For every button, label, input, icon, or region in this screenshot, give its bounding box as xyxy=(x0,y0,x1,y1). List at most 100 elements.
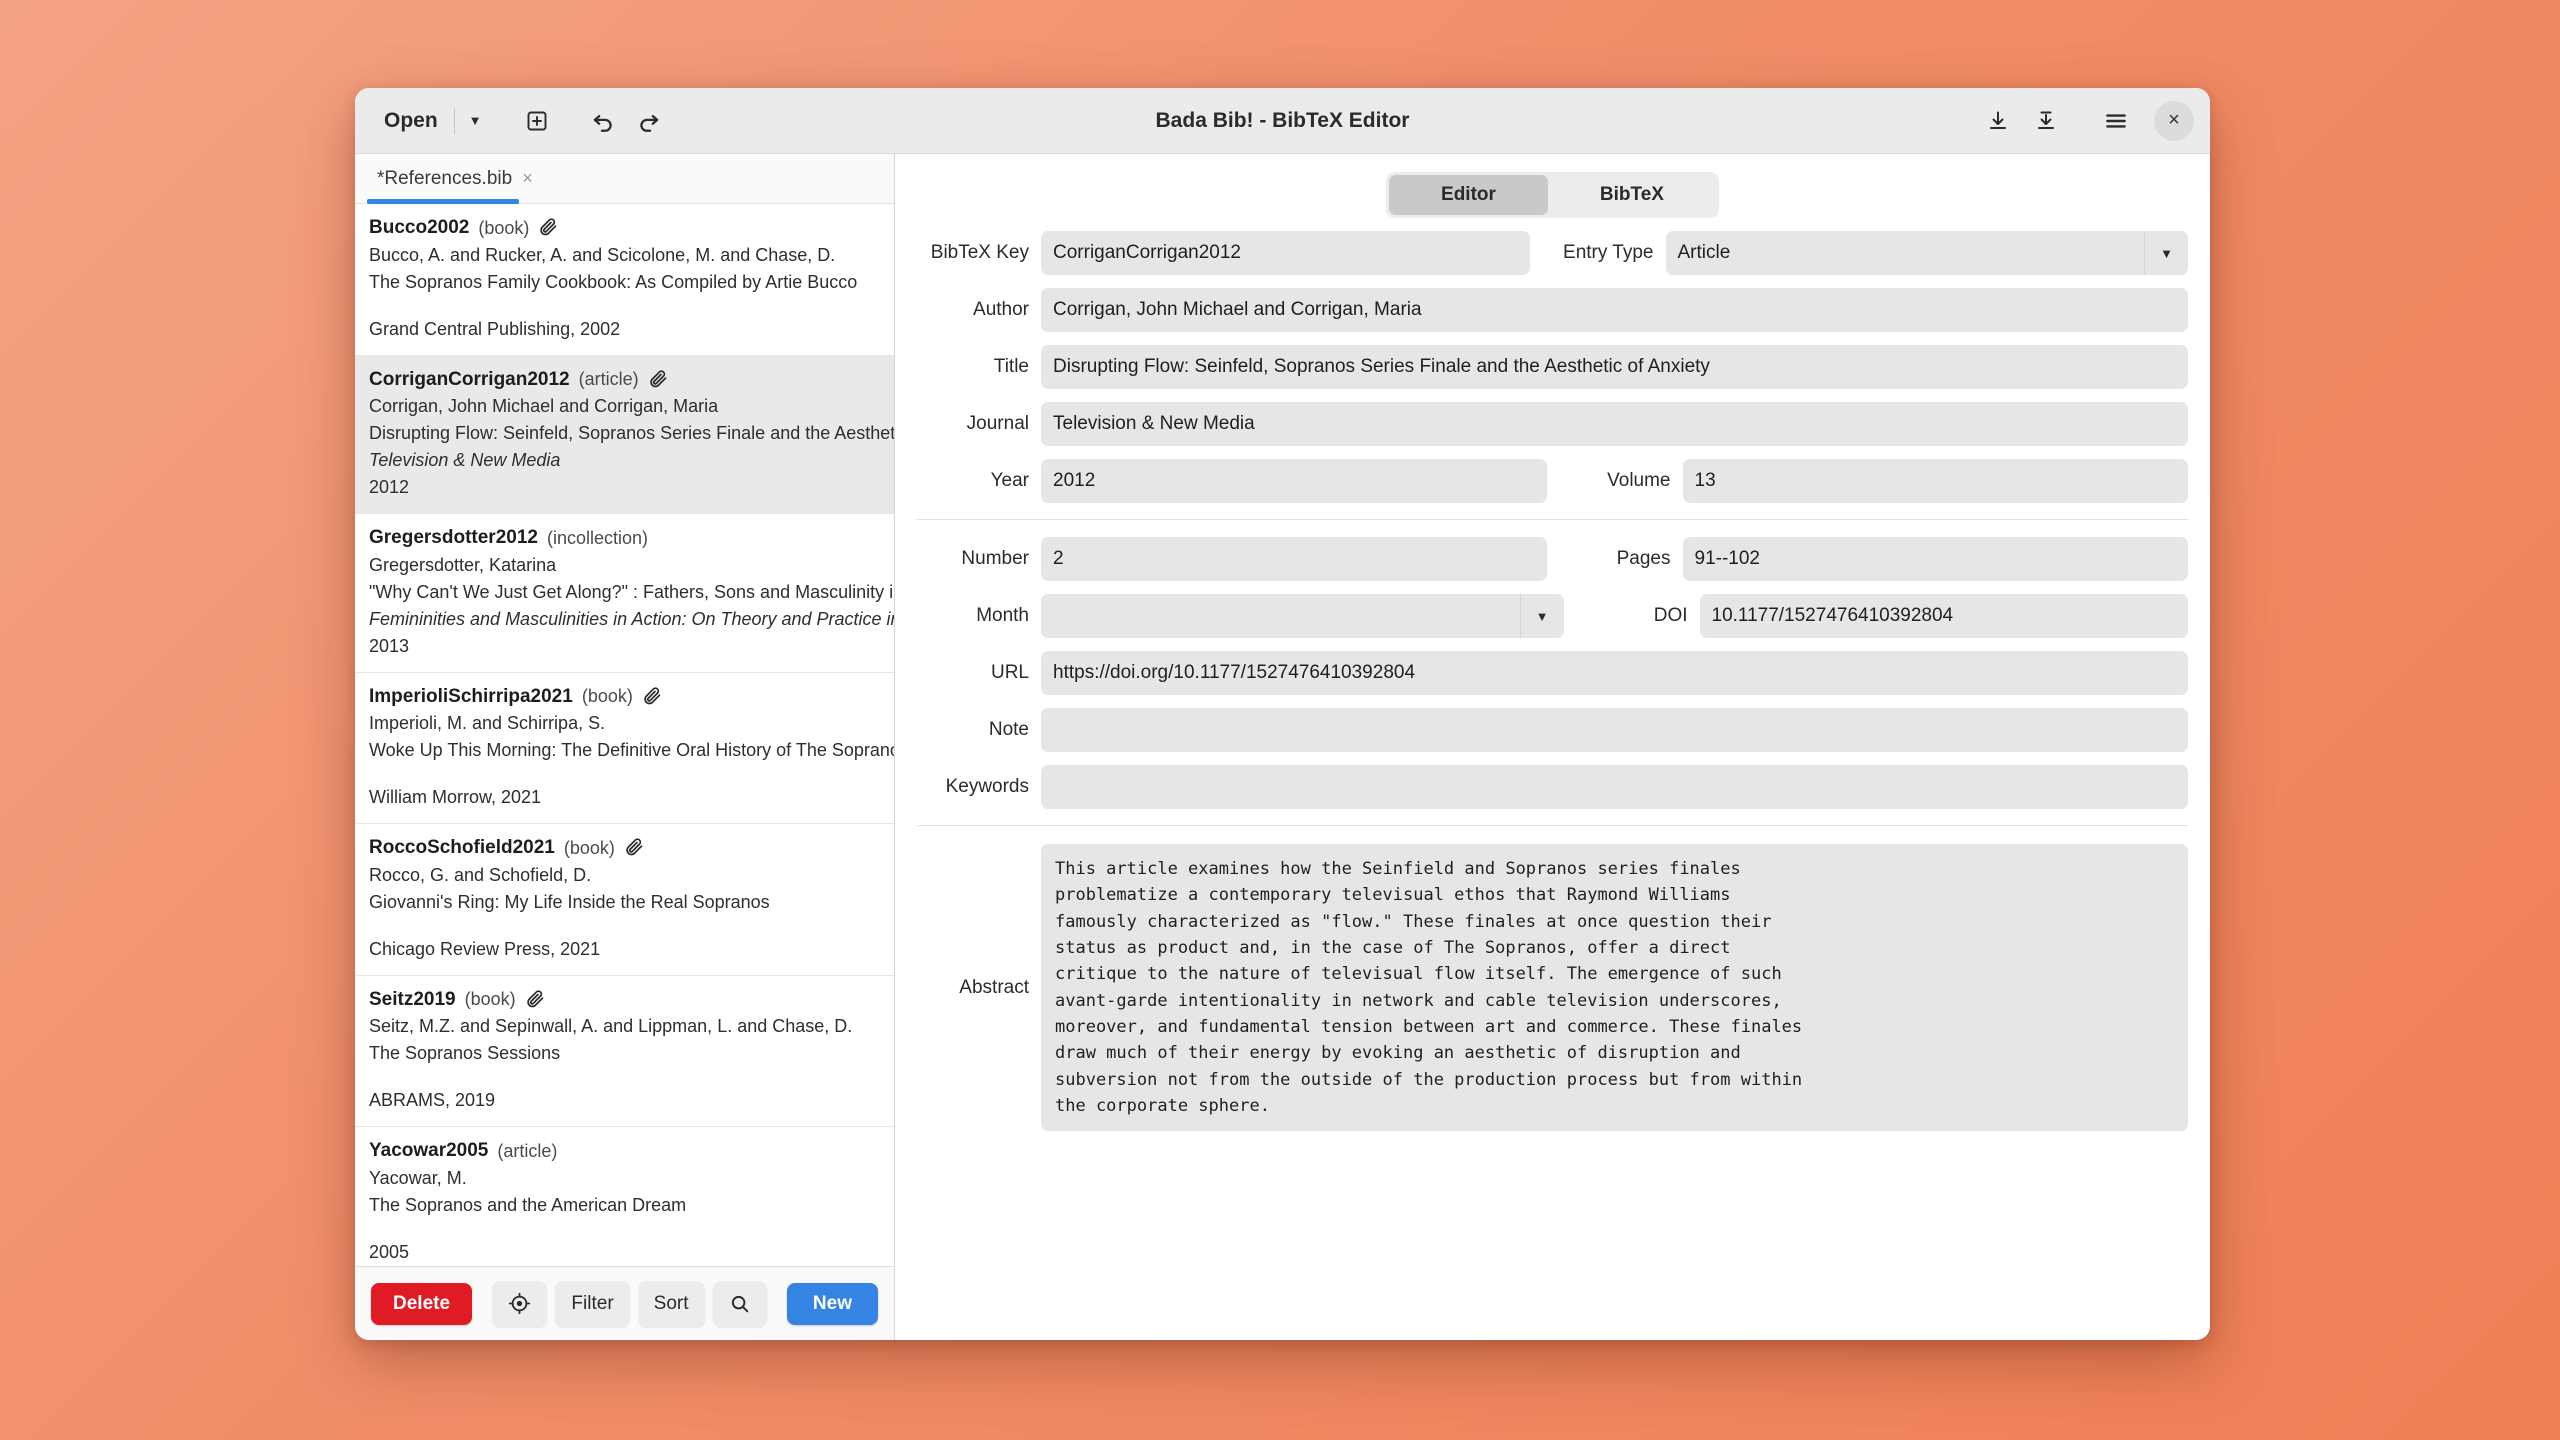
entry-footer: 2012 xyxy=(369,477,410,498)
save-icon[interactable] xyxy=(1976,99,2020,143)
entry-authors: Gregersdotter, Katarina xyxy=(369,554,557,575)
target-icon[interactable] xyxy=(492,1280,548,1327)
author-field[interactable]: Corrigan, John Michael and Corrigan, Mar… xyxy=(1041,288,2188,332)
list-item[interactable]: ImperioliSchirripa2021 (book) Imperioli,… xyxy=(355,673,894,825)
list-item[interactable]: Bucco2002 (book) Bucco, A. and Rucker, A… xyxy=(355,204,894,356)
field-row-key-type: BibTeX Key CorriganCorrigan2012 Entry Ty… xyxy=(917,231,2188,275)
search-icon[interactable] xyxy=(712,1280,767,1327)
file-tab-close-icon[interactable]: × xyxy=(522,168,533,189)
attachment-icon[interactable] xyxy=(525,989,546,1010)
field-row-abstract: Abstract This article examines how the S… xyxy=(917,844,2188,1132)
attachment-icon[interactable] xyxy=(642,686,663,707)
year-field[interactable]: 2012 xyxy=(1041,459,1547,503)
sort-button[interactable]: Sort xyxy=(637,1280,705,1327)
field-row-note: Note xyxy=(917,708,2188,752)
entry-authors: Yacowar, M. xyxy=(369,1167,467,1188)
pages-label: Pages xyxy=(1616,548,1671,569)
entry-footer: 2005 xyxy=(369,1241,410,1262)
file-tab-strip: *References.bib × xyxy=(355,154,894,204)
header-right-tools: × xyxy=(1976,99,2194,143)
volume-field[interactable]: 13 xyxy=(1682,459,2188,503)
entry-type: (book) xyxy=(464,989,516,1010)
entry-footer: William Morrow, 2021 xyxy=(369,787,542,808)
chevron-down-icon[interactable]: ▼ xyxy=(1519,594,1564,638)
field-row-author: Author Corrigan, John Michael and Corrig… xyxy=(917,288,2188,332)
entry-key: CorriganCorrigan2012 xyxy=(369,368,570,390)
window-header-bar: Open ▼ Bada Bib! - BibTeX Editor × xyxy=(355,88,2210,154)
tab-editor[interactable]: Editor xyxy=(1389,175,1548,215)
attachment-icon[interactable] xyxy=(648,369,669,390)
entry-type: (book) xyxy=(478,217,530,238)
entry-type: (incollection) xyxy=(546,527,649,548)
add-tab-icon[interactable] xyxy=(515,99,559,143)
entry-type-label: Entry Type xyxy=(1563,242,1654,263)
close-icon[interactable]: × xyxy=(2154,100,2194,141)
bibtex-key-field[interactable]: CorriganCorrigan2012 xyxy=(1041,231,1530,275)
open-button[interactable]: Open xyxy=(371,102,451,140)
year-label: Year xyxy=(990,470,1029,491)
filter-button[interactable]: Filter xyxy=(555,1280,630,1327)
entry-authors: Rocco, G. and Schofield, D. xyxy=(369,864,592,885)
open-dropdown-arrow-icon[interactable]: ▼ xyxy=(458,104,493,137)
list-item[interactable]: RoccoSchofield2021 (book) Rocco, G. and … xyxy=(355,824,894,976)
list-item[interactable]: Gregersdotter2012 (incollection) Gregers… xyxy=(355,514,894,673)
entry-title: Giovanni's Ring: My Life Inside the Real… xyxy=(369,891,770,912)
field-row-number-pages: Number 2 Pages 91--102 xyxy=(917,537,2188,581)
abstract-field[interactable]: This article examines how the Seinfield … xyxy=(1041,844,2188,1132)
delete-button[interactable]: Delete xyxy=(371,1282,473,1325)
month-label: Month xyxy=(976,605,1029,626)
doi-field[interactable]: 10.1177/1527476410392804 xyxy=(1699,594,2188,638)
entry-header: Yacowar2005 (article) xyxy=(369,1137,880,1165)
new-entry-button[interactable]: New xyxy=(786,1282,878,1325)
list-item[interactable]: CorriganCorrigan2012 (article) Corrigan,… xyxy=(355,355,894,515)
month-select[interactable]: ▼ xyxy=(1041,594,1564,638)
redo-icon[interactable] xyxy=(627,99,671,143)
number-field[interactable]: 2 xyxy=(1041,537,1547,581)
entry-key: Bucco2002 xyxy=(369,217,470,238)
entry-editor-panel: Editor BibTeX BibTeX Key CorriganCorriga… xyxy=(895,154,2210,1340)
open-button-divider xyxy=(453,107,455,134)
title-field[interactable]: Disrupting Flow: Seinfeld, Sopranos Seri… xyxy=(1041,345,2188,389)
undo-icon[interactable] xyxy=(581,99,625,143)
entry-container: Television & New Media xyxy=(369,450,561,471)
save-as-icon[interactable] xyxy=(2024,99,2068,143)
entry-authors: Imperioli, M. and Schirripa, S. xyxy=(369,713,606,734)
journal-field[interactable]: Television & New Media xyxy=(1041,402,2188,446)
entry-key: Yacowar2005 xyxy=(369,1140,489,1162)
bibtex-key-label: BibTeX Key xyxy=(930,242,1029,263)
entry-type-select[interactable]: Article ▼ xyxy=(1665,231,2188,275)
number-label: Number xyxy=(961,548,1029,569)
field-row-month-doi: Month ▼ DOI 10.1177/1527476410392804 xyxy=(917,594,2188,638)
entry-authors: Seitz, M.Z. and Sepinwall, A. and Lippma… xyxy=(369,1016,853,1037)
entry-header: Gregersdotter2012 (incollection) xyxy=(369,524,880,552)
abstract-label: Abstract xyxy=(959,976,1029,998)
file-tab-references[interactable]: *References.bib × xyxy=(367,162,543,196)
entry-title: "Why Can't We Just Get Along?" : Fathers… xyxy=(369,581,894,602)
entry-key: Gregersdotter2012 xyxy=(369,527,538,549)
entry-footer: 2013 xyxy=(369,635,410,656)
application-window: Open ▼ Bada Bib! - BibTeX Editor × *Refe… xyxy=(355,88,2210,1340)
entry-header: RoccoSchofield2021 (book) xyxy=(369,834,880,862)
entry-key: ImperioliSchirripa2021 xyxy=(369,685,573,707)
entry-list-action-bar: Delete Filter Sort New xyxy=(355,1266,894,1340)
list-item[interactable]: Seitz2019 (book) Seitz, M.Z. and Sepinwa… xyxy=(355,976,894,1128)
bibliography-entry-list[interactable]: Bucco2002 (book) Bucco, A. and Rucker, A… xyxy=(355,204,894,1266)
attachment-icon[interactable] xyxy=(538,217,559,238)
pages-field[interactable]: 91--102 xyxy=(1682,537,2188,581)
entry-header: ImperioliSchirripa2021 (book) xyxy=(369,683,880,711)
chevron-down-icon[interactable]: ▼ xyxy=(2144,231,2188,275)
hamburger-menu-icon[interactable] xyxy=(2094,99,2138,143)
active-tab-indicator xyxy=(367,199,519,204)
tab-bibtex[interactable]: BibTeX xyxy=(1548,175,1716,215)
entry-footer: Chicago Review Press, 2021 xyxy=(369,938,601,959)
keywords-field[interactable] xyxy=(1041,765,2188,809)
list-item[interactable]: Yacowar2005 (article) Yacowar, M. The So… xyxy=(355,1127,894,1266)
editor-mode-tabs: Editor BibTeX xyxy=(1386,172,1719,218)
url-field[interactable]: https://doi.org/10.1177/1527476410392804 xyxy=(1041,651,2188,695)
keywords-label: Keywords xyxy=(945,776,1029,797)
entry-list-panel: *References.bib × Bucco2002 (book) Bucco… xyxy=(355,154,895,1340)
attachment-icon[interactable] xyxy=(624,837,645,858)
entry-type: (book) xyxy=(563,837,615,858)
note-field[interactable] xyxy=(1041,708,2188,752)
entry-container: Femininities and Masculinities in Action… xyxy=(369,608,894,629)
